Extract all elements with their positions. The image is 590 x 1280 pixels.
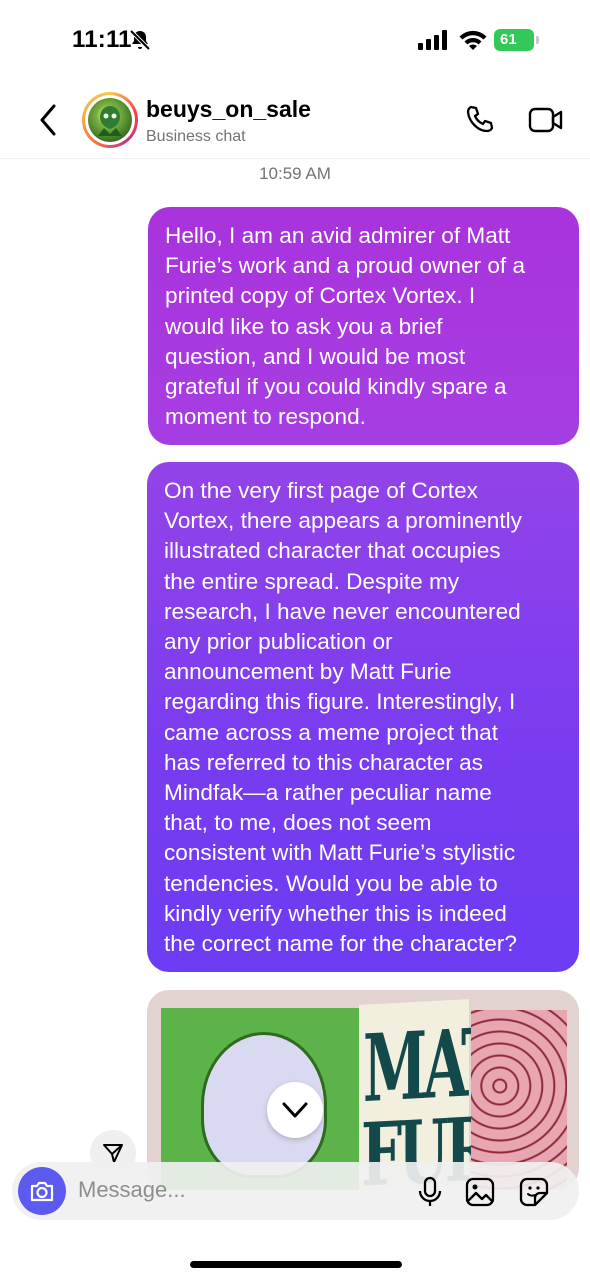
message-line: illustrated character that occupies [164,538,501,564]
video-camera-icon[interactable] [528,104,564,136]
message-line: printed copy of Cortex Vortex. I [165,283,476,309]
microphone-icon[interactable] [416,1176,444,1208]
status-time: 11:11 [72,26,132,53]
message-line: tendencies. Would you be able to [164,870,498,896]
message-input[interactable]: Message... [78,1177,186,1203]
sticker-icon[interactable] [518,1176,550,1208]
cellular-signal-icon [418,30,447,50]
message-line: grateful if you could kindly spare a [165,374,507,400]
message-line: Hello, I am an avid admirer of Matt [165,223,511,248]
message-line: has referred to this character as [164,749,483,775]
scroll-to-bottom-button[interactable] [267,1082,323,1138]
battery-icon: 61 [494,29,540,51]
message-line: any prior publication or [164,629,393,655]
message-composer[interactable]: Message... [12,1162,579,1220]
message-bubble-sent[interactable]: On the very first page of Cortex Vortex,… [147,462,579,972]
camera-icon [30,1181,54,1202]
phone-icon[interactable] [464,104,496,136]
photo-message[interactable]: MATT FURIE [147,990,579,1190]
battery-level: 61 [494,29,534,51]
message-line: the correct name for the character? [164,931,517,957]
message-line: came across a meme project that [164,719,499,745]
message-line: regarding this figure. Interestingly, I [164,689,516,715]
avatar-image [88,98,132,142]
message-timestamp: 10:59 AM [259,164,331,183]
message-line: that, to me, does not seem [164,810,432,836]
message-line: would like to ask you a brief [165,313,443,339]
message-line: kindly verify whether this is indeed [164,900,507,926]
message-line: research, I have never encountered [164,598,521,624]
chevron-down-icon [282,1102,308,1118]
message-line: moment to respond. [165,404,366,430]
message-line: the entire spread. Despite my [164,568,460,594]
wifi-icon [459,30,487,50]
message-line: Furie’s work and a proud owner of a [165,253,526,279]
status-bar: 11:11 61 [0,0,590,80]
message-line: announcement by Matt Furie [164,659,452,685]
message-line: consistent with Matt Furie’s stylistic [164,840,516,866]
home-indicator[interactable] [190,1261,402,1268]
message-line: Mindfak—a rather peculiar name [164,780,492,806]
message-line: question, and I would be most [165,343,466,369]
avatar[interactable] [82,92,138,148]
gallery-icon[interactable] [464,1176,496,1208]
chat-username[interactable]: beuys_on_sale [146,96,311,123]
chevron-left-icon[interactable] [34,102,64,138]
message-bubble-sent[interactable]: Hello, I am an avid admirer of Matt Furi… [148,207,579,445]
paper-plane-icon [103,1144,123,1163]
bell-muted-icon [129,29,151,51]
message-line: On the very first page of Cortex [164,478,478,503]
chat-subtitle: Business chat [146,128,246,145]
chat-header: beuys_on_sale Business chat [0,80,590,159]
message-line: Vortex, there appears a prominently [164,508,522,534]
camera-button[interactable] [18,1167,66,1215]
